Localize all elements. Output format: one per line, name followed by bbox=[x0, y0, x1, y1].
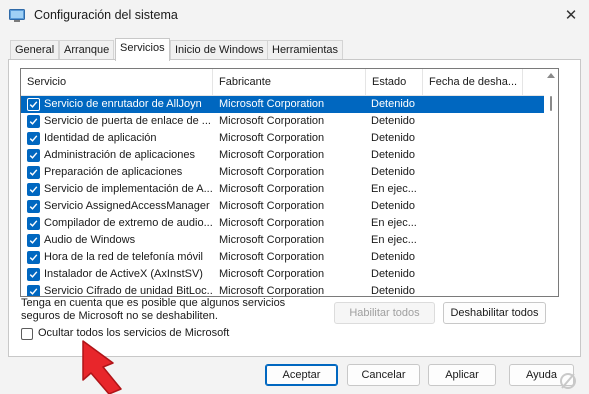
checkbox-checked-icon[interactable] bbox=[27, 251, 40, 264]
service-maker: Microsoft Corporation bbox=[219, 217, 325, 229]
table-row[interactable]: Servicio Cifrado de unidad BitLoc... Micr… bbox=[21, 283, 544, 297]
close-button[interactable]: ✕ bbox=[557, 2, 585, 28]
table-row[interactable]: Servicio de enrutador de AllJoyn Microsof… bbox=[21, 96, 544, 113]
checkbox-checked-icon[interactable] bbox=[27, 149, 40, 162]
service-status: Detenido bbox=[371, 251, 416, 263]
scroll-up-icon[interactable] bbox=[547, 73, 555, 78]
watermark-logo bbox=[560, 373, 576, 389]
disable-all-button[interactable]: Deshabilitar todos bbox=[443, 302, 546, 324]
service-name: Servicio de implementación de A... bbox=[44, 183, 212, 195]
checkbox-checked-icon[interactable] bbox=[27, 115, 40, 128]
ok-button[interactable]: Aceptar bbox=[265, 364, 338, 386]
column-header-fabricante[interactable]: Fabricante bbox=[213, 69, 366, 96]
service-maker: Microsoft Corporation bbox=[219, 166, 325, 178]
red-arrow-annotation bbox=[82, 340, 122, 394]
service-name: Compilador de extremo de audio... bbox=[44, 217, 212, 229]
service-maker: Microsoft Corporation bbox=[219, 285, 325, 297]
service-maker: Microsoft Corporation bbox=[219, 115, 325, 127]
checkbox-checked-icon[interactable] bbox=[27, 217, 40, 230]
service-status: En ejec... bbox=[371, 234, 417, 246]
service-maker: Microsoft Corporation bbox=[219, 183, 325, 195]
service-status: En ejec... bbox=[371, 183, 417, 195]
service-name: Instalador de ActiveX (AxInstSV) bbox=[44, 268, 203, 280]
service-status: Detenido bbox=[371, 98, 416, 110]
table-row[interactable]: Servicio de puerta de enlace de ... Micro… bbox=[21, 113, 544, 130]
close-icon: ✕ bbox=[564, 7, 578, 24]
service-name: Administración de aplicaciones bbox=[44, 149, 196, 161]
column-header-servicio[interactable]: Servicio bbox=[21, 69, 213, 96]
checkbox-checked-icon[interactable] bbox=[27, 268, 40, 281]
title-bar: Configuración del sistema ✕ bbox=[0, 0, 589, 32]
checkbox-checked-icon[interactable] bbox=[27, 183, 40, 196]
table-row[interactable]: Instalador de ActiveX (AxInstSV) Microsof… bbox=[21, 266, 544, 283]
service-status: Detenido bbox=[371, 285, 416, 297]
microsoft-services-note: Tenga en cuenta que es posible que algun… bbox=[21, 297, 321, 323]
service-status: Detenido bbox=[371, 115, 416, 127]
tab-general[interactable]: General bbox=[10, 40, 60, 60]
service-maker: Microsoft Corporation bbox=[219, 268, 325, 280]
service-maker: Microsoft Corporation bbox=[219, 234, 325, 246]
service-name: Servicio de enrutador de AllJoyn bbox=[44, 98, 202, 110]
cancel-button[interactable]: Cancelar bbox=[347, 364, 420, 386]
list-rows: Servicio de enrutador de AllJoyn Microsof… bbox=[21, 96, 544, 297]
service-maker: Microsoft Corporation bbox=[219, 200, 325, 212]
table-row[interactable]: Preparación de aplicaciones Microsoft Cor… bbox=[21, 164, 544, 181]
tab-inicio-windows[interactable]: Inicio de Windows bbox=[170, 40, 269, 60]
services-panel: Servicio Fabricante Estado Fecha de desh… bbox=[8, 59, 581, 357]
column-header-estado[interactable]: Estado bbox=[366, 69, 423, 96]
hide-microsoft-checkbox[interactable] bbox=[21, 328, 33, 340]
service-maker: Microsoft Corporation bbox=[219, 98, 325, 110]
table-row[interactable]: Hora de la red de telefonía móvil Microso… bbox=[21, 249, 544, 266]
table-row[interactable]: Compilador de extremo de audio... Microso… bbox=[21, 215, 544, 232]
tab-arranque[interactable]: Arranque bbox=[59, 40, 115, 60]
service-status: Detenido bbox=[371, 268, 416, 280]
service-status: Detenido bbox=[371, 200, 416, 212]
scroll-thumb[interactable] bbox=[550, 96, 552, 111]
list-header: Servicio Fabricante Estado Fecha de desh… bbox=[21, 69, 544, 96]
note-line-2: seguros de Microsoft no se deshabiliten. bbox=[21, 310, 218, 322]
apply-button[interactable]: Aplicar bbox=[428, 364, 496, 386]
service-name: Servicio Cifrado de unidad BitLoc... bbox=[44, 285, 212, 297]
service-status: Detenido bbox=[371, 149, 416, 161]
service-name: Hora de la red de telefonía móvil bbox=[44, 251, 203, 263]
tab-servicios[interactable]: Servicios bbox=[115, 38, 170, 61]
service-name: Identidad de aplicación bbox=[44, 132, 157, 144]
service-maker: Microsoft Corporation bbox=[219, 132, 325, 144]
list-scrollbar[interactable] bbox=[544, 69, 558, 296]
column-header-fecha[interactable]: Fecha de desha... bbox=[423, 69, 523, 96]
services-list[interactable]: Servicio Fabricante Estado Fecha de desh… bbox=[20, 68, 559, 297]
checkbox-checked-icon[interactable] bbox=[27, 166, 40, 179]
service-status: Detenido bbox=[371, 132, 416, 144]
service-name: Preparación de aplicaciones bbox=[44, 166, 183, 178]
enable-all-button[interactable]: Habilitar todos bbox=[334, 302, 435, 324]
checkbox-checked-icon[interactable] bbox=[27, 98, 40, 111]
service-name: Audio de Windows bbox=[44, 234, 136, 246]
checkbox-checked-icon[interactable] bbox=[27, 132, 40, 145]
window-title: Configuración del sistema bbox=[34, 8, 178, 22]
note-line-1: Tenga en cuenta que es posible que algun… bbox=[21, 297, 286, 309]
checkbox-checked-icon[interactable] bbox=[27, 234, 40, 247]
service-status: En ejec... bbox=[371, 217, 417, 229]
hide-microsoft-label: Ocultar todos los servicios de Microsoft bbox=[38, 327, 230, 339]
service-maker: Microsoft Corporation bbox=[219, 149, 325, 161]
table-row[interactable]: Servicio de implementación de A... Micros… bbox=[21, 181, 544, 198]
service-name: Servicio AssignedAccessManager bbox=[44, 200, 210, 212]
table-row[interactable]: Administración de aplicaciones Microsoft … bbox=[21, 147, 544, 164]
service-status: Detenido bbox=[371, 166, 416, 178]
system-config-icon bbox=[9, 9, 25, 22]
table-row[interactable]: Identidad de aplicación Microsoft Corpora… bbox=[21, 130, 544, 147]
service-name: Servicio de puerta de enlace de ... bbox=[44, 115, 211, 127]
tab-strip: General Arranque Servicios Inicio de Win… bbox=[8, 38, 581, 61]
checkbox-checked-icon[interactable] bbox=[27, 200, 40, 213]
tab-herramientas[interactable]: Herramientas bbox=[267, 40, 344, 60]
table-row[interactable]: Audio de Windows Microsoft Corporation En … bbox=[21, 232, 544, 249]
checkbox-checked-icon[interactable] bbox=[27, 285, 40, 296]
table-row[interactable]: Servicio AssignedAccessManager Microsoft … bbox=[21, 198, 544, 215]
service-maker: Microsoft Corporation bbox=[219, 251, 325, 263]
